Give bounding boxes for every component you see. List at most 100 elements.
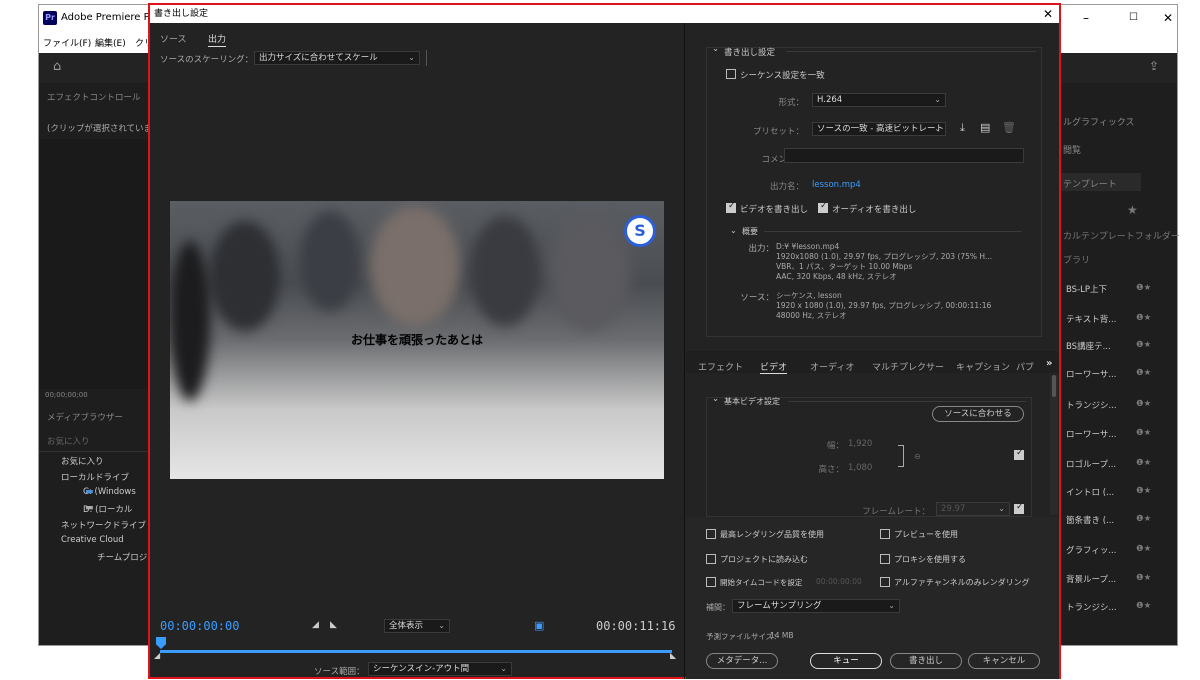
start-timecode-value[interactable]: 00:00:00:00 [816, 577, 862, 586]
graphics-item[interactable]: イントロ (... ❶★ [1066, 486, 1176, 498]
info-star-icon[interactable]: ❶★ [1136, 340, 1151, 350]
graphics-item[interactable]: 背景ループ... ❶★ [1066, 573, 1176, 585]
info-star-icon[interactable]: ❶★ [1136, 458, 1151, 468]
info-star-icon[interactable]: ❶★ [1136, 313, 1151, 323]
scrollbar-thumb[interactable] [1052, 375, 1056, 397]
info-star-icon[interactable]: ❶★ [1136, 486, 1151, 496]
tab-output[interactable]: 出力 [208, 32, 227, 47]
home-icon[interactable]: ⌂ [53, 59, 61, 74]
height-value[interactable]: 1,080 [848, 463, 872, 473]
minimize-icon[interactable]: – [1083, 11, 1089, 25]
library-label[interactable]: ブラリ [1063, 253, 1090, 266]
cancel-button[interactable]: キャンセル [968, 653, 1040, 669]
info-star-icon[interactable]: ❶★ [1136, 428, 1151, 438]
mark-in-icon[interactable]: ◢ [312, 620, 319, 630]
menu-file[interactable]: ファイル(F) [43, 36, 91, 49]
queue-button[interactable]: キュー [810, 653, 882, 669]
graphics-item[interactable]: ローワーサ... ❶★ [1066, 428, 1176, 440]
info-star-icon[interactable]: ❶★ [1136, 601, 1151, 611]
chain-link-icon[interactable]: ⊖ [914, 452, 921, 461]
maximize-icon[interactable]: ☐ [1129, 12, 1138, 23]
width-value[interactable]: 1,920 [848, 439, 872, 449]
menu-edit[interactable]: 編集(E) [95, 36, 126, 49]
browse-tab[interactable]: 閲覧 [1063, 143, 1081, 156]
tree-network-drive[interactable]: ネットワークドライブ [61, 519, 146, 531]
export-video-checkbox[interactable] [726, 201, 736, 213]
framerate-select[interactable]: 29.97 ⌄ [936, 502, 1010, 516]
info-star-icon[interactable]: ❶★ [1136, 283, 1151, 293]
interpolation-select[interactable]: フレームサンプリング ⌄ [732, 599, 900, 613]
chevron-down-icon[interactable]: ⌄ [712, 394, 719, 404]
graphics-item[interactable]: BS-LP上下 ❶★ [1066, 283, 1176, 295]
width-height-checkbox[interactable] [1014, 448, 1024, 460]
metadata-button[interactable]: メタデータ... [706, 653, 778, 669]
range-end-handle[interactable]: ◣ [670, 651, 676, 660]
save-preset-icon[interactable]: ⤓ [960, 121, 965, 135]
zoom-select[interactable]: 全体表示 ⌄ [384, 619, 450, 633]
source-range-select[interactable]: シーケンスイン-アウト間 ⌄ [368, 662, 512, 676]
chevron-down-icon[interactable]: ⌄ [730, 226, 737, 235]
tab-multiplexer[interactable]: マルチプレクサー [872, 360, 944, 373]
mark-out-icon[interactable]: ◣ [330, 620, 337, 630]
info-star-icon[interactable]: ❶★ [1136, 399, 1151, 409]
effect-controls-tab[interactable]: エフェクトコントロール [47, 91, 141, 103]
playhead-icon[interactable] [156, 637, 166, 649]
tab-video[interactable]: ビデオ [760, 360, 788, 374]
export-button[interactable]: 書き出し [890, 653, 962, 669]
output-name-link[interactable]: lesson.mp4 [812, 180, 861, 190]
chevron-down-icon[interactable]: ⌄ [712, 44, 719, 54]
scaling-select[interactable]: 出力サイズに合わせてスケール ⌄ [254, 51, 420, 65]
tree-local-drive[interactable]: ローカルドライブ [61, 471, 129, 483]
max-render-label: 最高レンダリング品質を使用 [720, 530, 824, 539]
import-preset-icon[interactable]: ▤ [980, 121, 990, 134]
tab-publish[interactable]: パブ [1016, 360, 1034, 373]
close-icon[interactable]: ✕ [1043, 5, 1053, 23]
info-star-icon[interactable]: ❶★ [1136, 368, 1151, 378]
tree-creative-cloud[interactable]: Creative Cloud [61, 535, 124, 545]
graphics-item[interactable]: ローワーサ... ❶★ [1066, 368, 1176, 380]
tab-effects[interactable]: エフェクト [698, 360, 743, 373]
tree-team-projects[interactable]: チームプロジ [97, 551, 147, 563]
star-icon[interactable]: ★ [1127, 203, 1138, 217]
template-tab[interactable]: テンプレート [1063, 177, 1117, 190]
graphics-item[interactable]: 箇条書き (... ❶★ [1066, 514, 1176, 526]
tab-source[interactable]: ソース [160, 32, 187, 45]
graphics-item[interactable]: ロゴループ... ❶★ [1066, 458, 1176, 470]
local-template-folder[interactable]: カルテンプレートフォルダー [1063, 229, 1180, 242]
tree-favorites[interactable]: お気に入り [61, 455, 104, 467]
info-star-icon[interactable]: ❶★ [1136, 514, 1151, 524]
import-project-checkbox[interactable] [706, 554, 716, 564]
use-preview-checkbox[interactable] [880, 529, 890, 539]
safe-margin-icon[interactable]: ▣ [534, 619, 544, 632]
graphics-item[interactable]: グラフィッ... ❶★ [1066, 544, 1176, 556]
close-window-icon[interactable]: ✕ [1163, 11, 1173, 25]
alpha-only-checkbox[interactable] [880, 577, 890, 587]
graphics-item[interactable]: トランジシ... ❶★ [1066, 601, 1176, 613]
framerate-checkbox[interactable] [1014, 502, 1024, 514]
timecode-start[interactable]: 00:00:00:00 [160, 619, 239, 633]
use-proxy-checkbox[interactable] [880, 554, 890, 564]
tab-captions[interactable]: キャプション [956, 360, 1010, 373]
more-tabs-icon[interactable]: » [1046, 358, 1052, 369]
preview-caption: お仕事を頑張ったあとは [350, 333, 483, 347]
comment-input[interactable] [784, 148, 1024, 163]
timeline-bar[interactable] [160, 650, 672, 653]
start-timecode-checkbox[interactable] [706, 577, 716, 587]
export-audio-checkbox[interactable] [818, 201, 828, 213]
tab-audio[interactable]: オーディオ [810, 360, 854, 373]
range-start-handle[interactable]: ◢ [154, 651, 160, 660]
info-star-icon[interactable]: ❶★ [1136, 544, 1151, 554]
essential-graphics-tab[interactable]: ルグラフィックス [1063, 115, 1135, 128]
graphics-item[interactable]: テキスト背... ❶★ [1066, 313, 1176, 325]
match-source-button[interactable]: ソースに合わせる [932, 406, 1024, 422]
format-select[interactable]: H.264 ⌄ [812, 93, 946, 107]
media-browser-tab[interactable]: メディアブラウザー [47, 411, 123, 423]
share-icon[interactable]: ⇪ [1149, 59, 1159, 73]
preset-select[interactable]: ソースの一致 - 高速ビットレート ⌄ [812, 122, 946, 136]
info-star-icon[interactable]: ❶★ [1136, 573, 1151, 583]
graphics-item[interactable]: トランジシ... ❶★ [1066, 399, 1176, 411]
delete-preset-icon[interactable]: 🗑 [1002, 121, 1016, 134]
graphics-item[interactable]: BS講座テ... ❶★ [1066, 340, 1176, 352]
match-sequence-checkbox[interactable] [726, 69, 736, 79]
max-render-checkbox[interactable] [706, 529, 716, 539]
